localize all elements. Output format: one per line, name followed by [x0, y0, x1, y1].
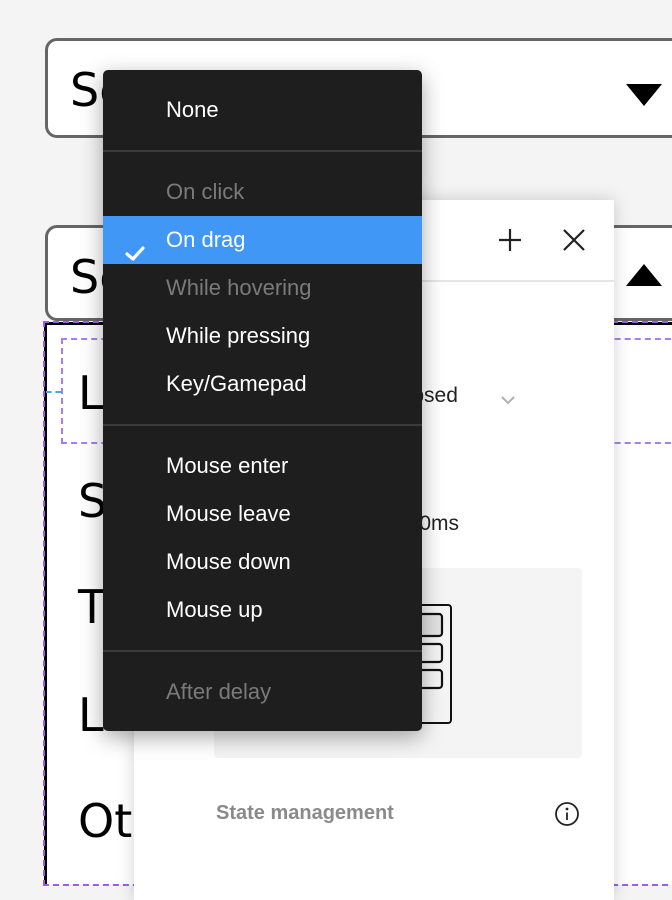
menu-item-label: Mouse leave — [166, 501, 291, 526]
menu-item-mouse-enter[interactable]: Mouse enter — [103, 442, 422, 490]
menu-item-label: Mouse up — [166, 597, 263, 622]
checkmark-icon — [125, 231, 145, 261]
plus-icon[interactable] — [495, 225, 525, 255]
menu-item-key-gamepad[interactable]: Key/Gamepad — [103, 360, 422, 408]
chevron-down-icon[interactable] — [500, 392, 516, 405]
menu-item-label: While pressing — [166, 323, 311, 348]
menu-divider — [103, 424, 422, 426]
menu-item-label: On drag — [166, 227, 246, 252]
menu-item-none[interactable]: None — [103, 86, 422, 134]
info-circle-icon[interactable] — [554, 801, 580, 827]
menu-item-label: Mouse enter — [166, 453, 289, 478]
menu-item-label: While hovering — [166, 275, 312, 300]
trigger-dropdown-menu: None On click On drag While hovering Whi… — [103, 70, 422, 731]
menu-item-after-delay: After delay — [103, 668, 422, 716]
menu-item-label: Mouse down — [166, 549, 291, 574]
state-management-label: State management — [216, 802, 394, 824]
menu-item-mouse-down[interactable]: Mouse down — [103, 538, 422, 586]
menu-item-while-hovering: While hovering — [103, 264, 422, 312]
menu-item-on-drag[interactable]: On drag — [103, 216, 422, 264]
menu-divider — [103, 150, 422, 152]
list-item-label[interactable]: T — [78, 580, 106, 634]
menu-item-mouse-leave[interactable]: Mouse leave — [103, 490, 422, 538]
triangle-down-icon[interactable] — [626, 41, 666, 137]
list-item-label[interactable]: L — [78, 688, 104, 742]
menu-item-while-pressing[interactable]: While pressing — [103, 312, 422, 360]
list-item-label[interactable]: Ot — [78, 794, 132, 848]
menu-item-on-click: On click — [103, 168, 422, 216]
triangle-up-icon[interactable] — [626, 228, 666, 324]
menu-item-mouse-up[interactable]: Mouse up — [103, 586, 422, 634]
menu-item-label: After delay — [166, 679, 272, 704]
menu-item-label: None — [166, 97, 219, 122]
menu-item-label: On click — [166, 179, 245, 204]
list-item-label[interactable]: L — [78, 366, 104, 420]
menu-divider — [103, 650, 422, 652]
spacing-guide — [46, 391, 61, 393]
menu-item-label: Key/Gamepad — [166, 371, 307, 396]
close-icon[interactable] — [559, 225, 589, 255]
